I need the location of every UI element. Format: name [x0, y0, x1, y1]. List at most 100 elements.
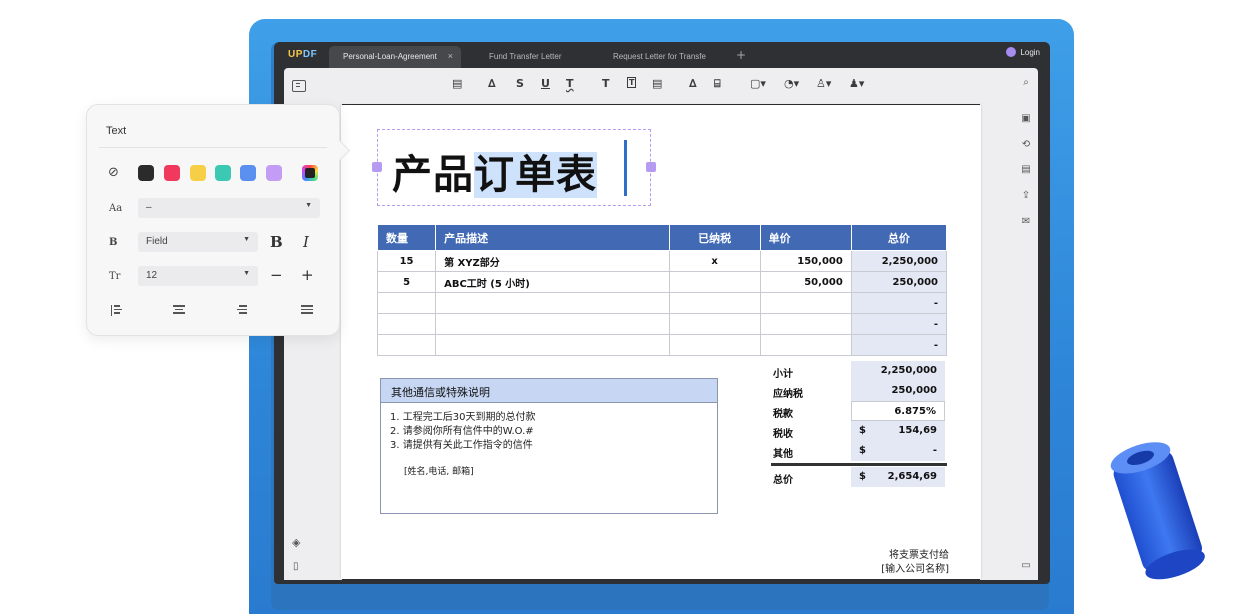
search-icon[interactable]: ⌕: [1020, 77, 1032, 89]
totals-row-subtotal: 小计 2,250,000: [771, 361, 947, 381]
align-left-icon[interactable]: [111, 305, 123, 316]
chat-icon[interactable]: ▭: [1020, 560, 1032, 572]
callout-icon[interactable]: ▤: [652, 77, 662, 90]
totals-row-other: 其他 $ -: [771, 441, 947, 461]
strikethrough-icon[interactable]: S: [516, 77, 524, 90]
highlighter-icon[interactable]: ∆: [488, 77, 496, 90]
underline-icon[interactable]: U: [541, 77, 550, 90]
bold-button[interactable]: B: [270, 233, 283, 251]
table-cell: [668, 313, 761, 335]
tab-label: Personal-Loan-Agreement: [343, 52, 437, 61]
table-cell: [435, 292, 670, 314]
table-cell: [668, 271, 761, 293]
document-title[interactable]: 产品订单表: [392, 142, 597, 200]
font-family-select[interactable]: Field ▼: [138, 232, 258, 252]
document-page: 产品订单表 数量 产品描述 已纳税 单价 总价 15 第 XYZ部分 x 150…: [341, 105, 981, 579]
layers-icon[interactable]: ◈: [292, 536, 300, 549]
table-cell: ABC工时 (5 小时): [435, 271, 670, 293]
color-swatch-black[interactable]: [138, 165, 154, 181]
attachment-icon[interactable]: ♟▾: [849, 77, 864, 90]
table-row: 15 第 XYZ部分 x 150,000 2,250,000: [376, 250, 948, 272]
totals-value-box: $154,69: [851, 421, 945, 441]
totals-row-total: 总价 $2,654,69: [771, 467, 947, 487]
increase-size-button[interactable]: +: [301, 266, 314, 284]
share-icon[interactable]: ⇪: [1020, 190, 1032, 202]
color-swatch-blue[interactable]: [240, 165, 256, 181]
totals-value: -: [932, 445, 937, 456]
color-swatch-red[interactable]: [164, 165, 180, 181]
notes-line: 3. 请提供有关此工作指令的信件: [390, 440, 533, 451]
table-row: 5 ABC工时 (5 小时) 50,000 250,000: [376, 271, 948, 293]
sidebar-toggle-icon[interactable]: [292, 80, 306, 92]
font-size-select[interactable]: 12 ▼: [138, 266, 258, 286]
totals-label: 小计: [773, 369, 793, 380]
selected-textbox[interactable]: 产品订单表: [372, 129, 656, 206]
totals-label: 应纳税: [773, 389, 803, 400]
table-cell: [435, 313, 670, 335]
close-icon[interactable]: ×: [448, 51, 453, 61]
totals-block: 小计 2,250,000 应纳税 250,000 税款 6.875% 税收 $1…: [771, 361, 947, 487]
ocr-icon[interactable]: ▣: [1020, 113, 1032, 125]
chevron-down-icon: ▼: [305, 202, 312, 209]
eraser-icon[interactable]: ⌸: [714, 77, 721, 91]
pencil-icon[interactable]: ∆: [689, 77, 697, 90]
table-cell: 第 XYZ部分: [435, 250, 670, 272]
table-cell: 15: [376, 250, 437, 272]
color-swatch-yellow[interactable]: [190, 165, 206, 181]
totals-value: 2,654,69: [887, 471, 937, 482]
squiggly-icon[interactable]: T: [566, 77, 574, 90]
table-cell: [759, 292, 852, 314]
color-picker-icon[interactable]: ⊘: [108, 165, 119, 180]
totals-row-tax-rate: 税款 6.875%: [771, 401, 947, 421]
tab-request-letter[interactable]: Request Letter for Transfe: [599, 46, 721, 68]
currency-symbol: $: [859, 471, 866, 482]
table-cell: [759, 313, 852, 335]
resize-handle-left[interactable]: [372, 162, 382, 172]
signature-icon[interactable]: ♙▾: [816, 77, 831, 90]
totals-label: 总价: [773, 475, 793, 486]
stamp-icon[interactable]: ◔▾: [784, 77, 799, 90]
italic-button[interactable]: I: [303, 233, 309, 251]
notes-line: 2. 请参阅你所有信件中的W.O.#: [390, 426, 534, 437]
shape-icon[interactable]: ▢▾: [750, 77, 766, 90]
protect-icon[interactable]: ▤: [1020, 164, 1032, 176]
signature-placeholder: [姓名,电话, 邮箱]: [404, 467, 474, 477]
notes-body: 1. 工程完工后30天到期的总付款 2. 请参阅你所有信件中的W.O.# 3. …: [381, 403, 717, 487]
tab-personal-loan-agreement[interactable]: Personal-Loan-Agreement ×: [329, 46, 461, 68]
tab-fund-transfer-letter[interactable]: Fund Transfer Letter: [475, 46, 595, 68]
resize-handle-right[interactable]: [646, 162, 656, 172]
notes-box: 其他通信或特殊说明 1. 工程完工后30天到期的总付款 2. 请参阅你所有信件中…: [380, 378, 718, 514]
color-swatch-purple[interactable]: [266, 165, 282, 181]
totals-label: 其他: [773, 449, 793, 460]
align-justify-icon[interactable]: [301, 305, 313, 316]
login-label: Login: [1020, 47, 1040, 57]
table-cell: [435, 334, 670, 356]
custom-color-icon[interactable]: [302, 165, 318, 181]
chevron-down-icon: ▼: [243, 236, 250, 243]
totals-value: 6.875%: [851, 401, 945, 421]
table-cell: 250,000: [850, 271, 948, 293]
align-center-icon[interactable]: [173, 305, 185, 316]
font-label: B: [109, 237, 118, 248]
table-row: -: [376, 313, 948, 335]
decrease-size-button[interactable]: −: [270, 266, 283, 284]
textbox-icon[interactable]: T: [627, 77, 637, 88]
column-header: 产品描述: [435, 224, 670, 251]
align-right-icon[interactable]: [235, 305, 247, 316]
convert-icon[interactable]: ⟲: [1020, 139, 1032, 151]
comment-icon[interactable]: ▤: [452, 77, 462, 90]
font-style-select[interactable]: – ▼: [138, 198, 320, 218]
table-cell: 50,000: [759, 271, 852, 293]
color-swatch-teal[interactable]: [215, 165, 231, 181]
add-tab-button[interactable]: +: [736, 48, 746, 62]
totals-label: 税收: [773, 429, 793, 440]
bookmark-icon[interactable]: ▯: [293, 561, 299, 572]
table-cell: [376, 313, 437, 335]
text-icon[interactable]: T: [602, 77, 610, 90]
login-button[interactable]: Login: [1006, 47, 1040, 57]
annotation-toolbar: ▤ ∆ S U T T T ▤ ∆ ⌸ ▢▾ ◔▾ ♙▾ ♟▾: [284, 68, 1038, 104]
order-table: 数量 产品描述 已纳税 单价 总价 15 第 XYZ部分 x 150,000 2…: [376, 224, 948, 356]
currency-symbol: $: [859, 425, 866, 436]
email-icon[interactable]: ✉: [1020, 216, 1032, 228]
stage: UPDF Personal-Loan-Agreement × Fund Tran…: [0, 0, 1245, 614]
